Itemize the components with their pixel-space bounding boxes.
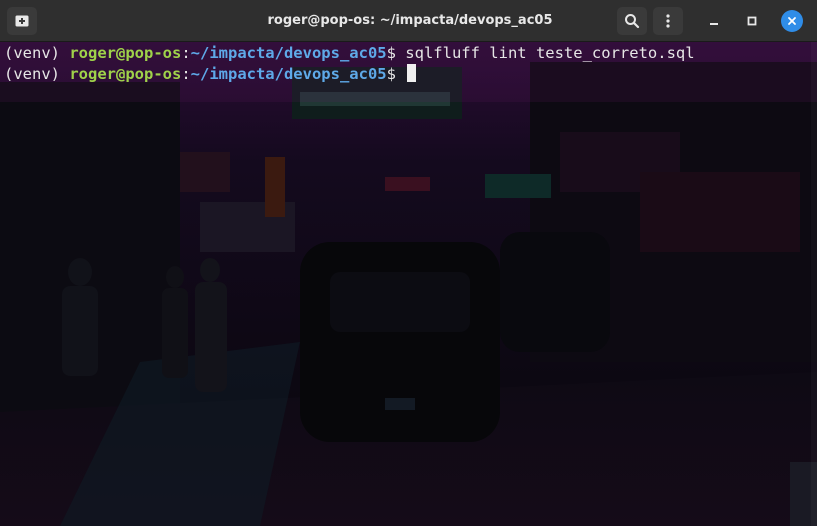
prompt-user: roger@pop-os <box>69 65 182 83</box>
prompt-path: ~/impacta/devops_ac05 <box>190 65 387 83</box>
venv-indicator: (venv) <box>4 44 70 62</box>
maximize-button[interactable] <box>741 10 763 32</box>
terminal-scrollbar[interactable] <box>811 42 817 526</box>
prompt-symbol: $ <box>386 65 406 83</box>
window-title: roger@pop-os: ~/impacta/devops_ac05 <box>267 13 553 28</box>
minimize-icon <box>710 23 718 25</box>
terminal-area[interactable]: (venv) roger@pop-os:~/impacta/devops_ac0… <box>0 42 817 526</box>
venv-indicator: (venv) <box>4 65 70 83</box>
terminal-window: roger@pop-os: ~/impacta/devops_ac05 (ven… <box>0 0 817 526</box>
terminal-line: (venv) roger@pop-os:~/impacta/devops_ac0… <box>4 64 695 85</box>
new-tab-icon <box>15 15 29 27</box>
prompt-path: ~/impacta/devops_ac05 <box>190 44 387 62</box>
new-tab-button[interactable] <box>7 7 37 35</box>
command-text: sqlfluff lint teste_correto.sql <box>405 44 695 62</box>
minimize-button[interactable] <box>703 10 725 32</box>
terminal-line: (venv) roger@pop-os:~/impacta/devops_ac0… <box>4 43 695 64</box>
vertical-dots-icon <box>666 14 670 28</box>
menu-button[interactable] <box>653 7 683 35</box>
prompt-user: roger@pop-os <box>69 44 182 62</box>
search-icon <box>625 14 640 29</box>
maximize-icon <box>747 16 757 26</box>
prompt-separator: : <box>181 44 191 62</box>
prompt-symbol: $ <box>386 44 406 62</box>
terminal-output: (venv) roger@pop-os:~/impacta/devops_ac0… <box>4 43 695 85</box>
street-background-image <box>0 42 817 526</box>
close-button[interactable] <box>781 10 803 32</box>
text-cursor <box>407 64 417 82</box>
header-bar: roger@pop-os: ~/impacta/devops_ac05 <box>0 0 817 42</box>
prompt-separator: : <box>181 65 191 83</box>
search-button[interactable] <box>617 7 647 35</box>
close-icon <box>788 17 796 25</box>
